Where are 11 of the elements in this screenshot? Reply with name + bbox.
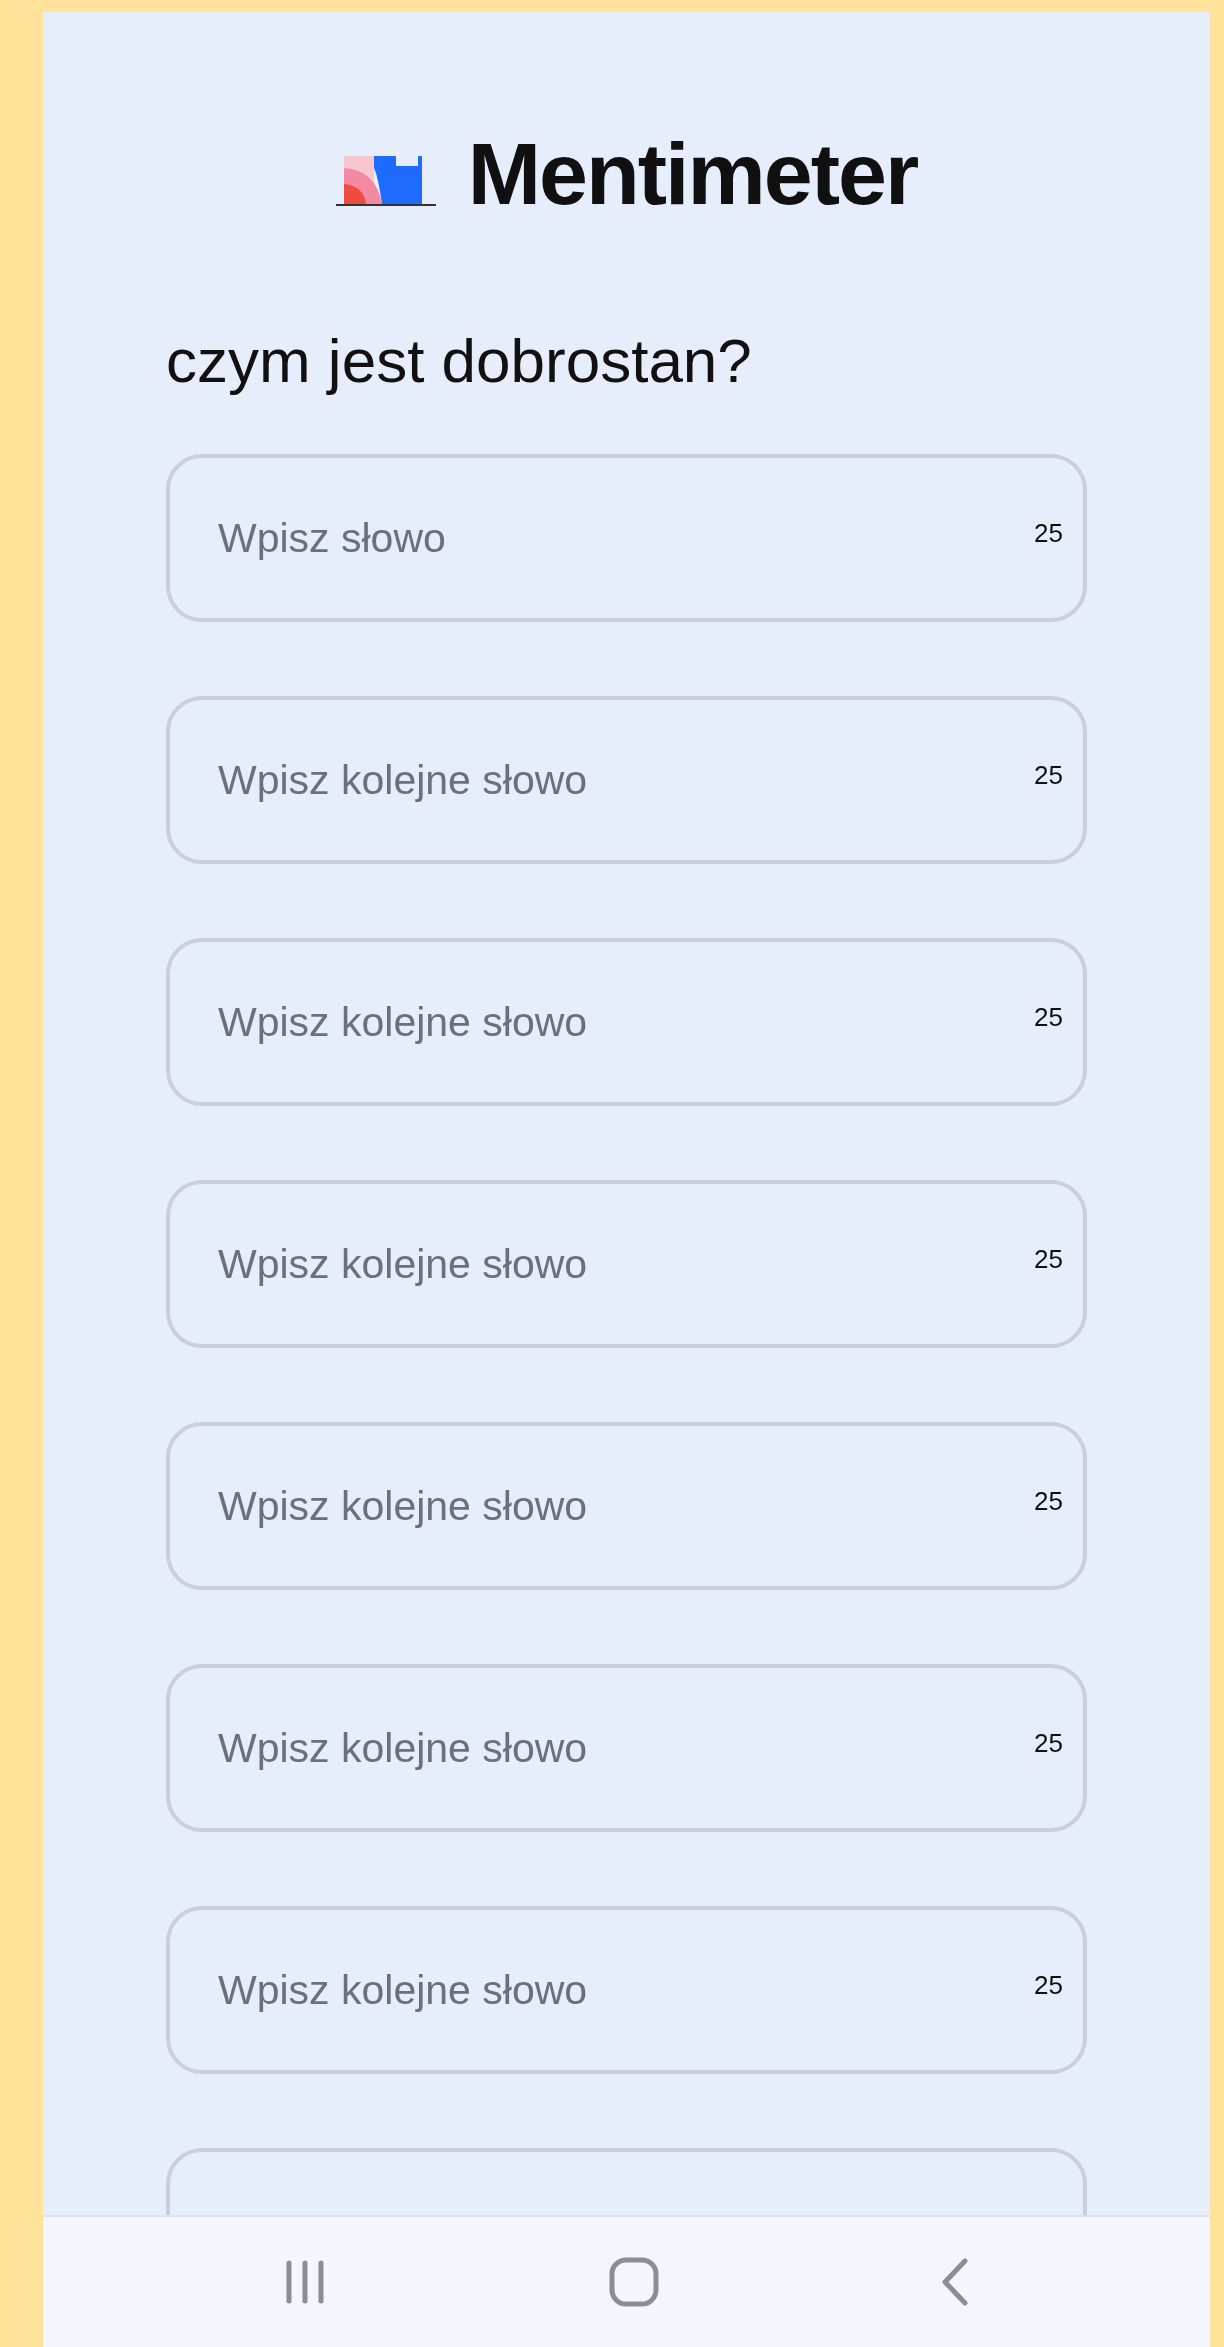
- character-counter: 25: [1034, 1730, 1063, 1756]
- character-counter: 25: [1034, 1246, 1063, 1272]
- brand-name: Mentimeter: [467, 130, 918, 218]
- character-counter: 25: [1034, 520, 1063, 546]
- back-icon[interactable]: [940, 2257, 970, 2307]
- logo-icon: [335, 156, 436, 206]
- character-counter: 25: [1034, 1004, 1063, 1030]
- home-icon[interactable]: [608, 2257, 659, 2307]
- character-counter: 25: [1034, 762, 1063, 788]
- character-counter: 25: [1034, 1972, 1063, 1998]
- character-counter: 25: [1034, 1488, 1063, 1514]
